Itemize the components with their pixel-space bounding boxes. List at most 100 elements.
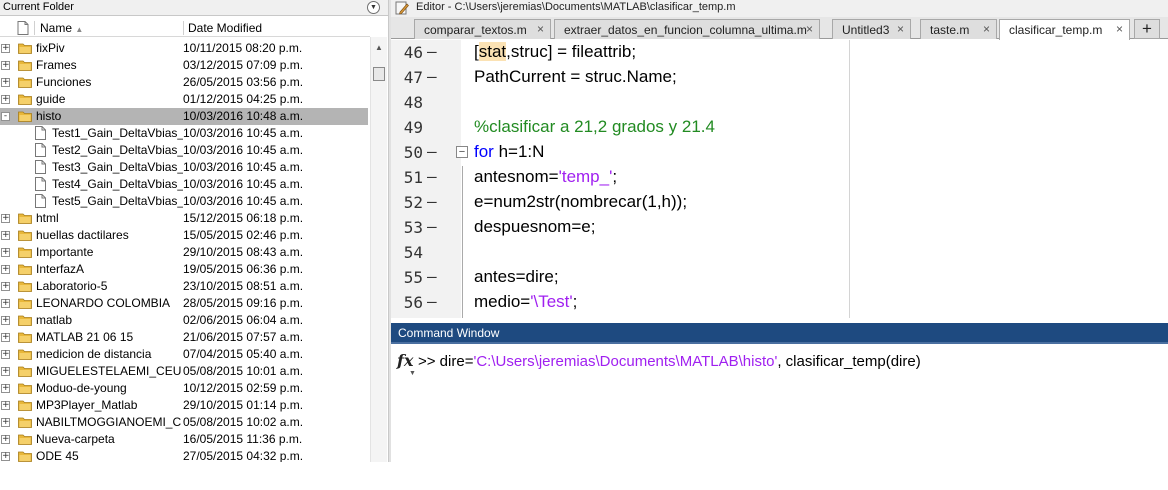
scrollbar-thumb[interactable]	[373, 67, 385, 81]
folder-row[interactable]: + ODE 45 27/05/2015 04:32 p.m.	[0, 448, 368, 462]
folder-row[interactable]: + Importante 29/10/2015 08:43 a.m.	[0, 244, 368, 261]
expand-icon[interactable]: +	[1, 61, 10, 70]
close-tab-icon[interactable]: ×	[806, 22, 813, 36]
line-number: 54	[403, 243, 423, 262]
file-row[interactable]: Test2_Gain_DeltaVbias_... 10/03/2016 10:4…	[0, 142, 368, 159]
folder-row[interactable]: + guide 01/12/2015 04:25 p.m.	[0, 91, 368, 108]
file-type-column-icon[interactable]	[17, 21, 29, 35]
file-row[interactable]: Test5_Gain_DeltaVbias_... 10/03/2016 10:4…	[0, 193, 368, 210]
code-text: e=num2str(nombrecar(1,h));	[474, 192, 687, 212]
close-tab-icon[interactable]: ×	[1116, 22, 1123, 36]
breakpoint-marker[interactable]: –	[427, 292, 437, 311]
file-icon	[35, 160, 46, 174]
collapse-block-icon[interactable]: −	[456, 146, 468, 158]
expand-icon[interactable]: +	[1, 452, 10, 461]
code-token: medio=	[474, 292, 531, 311]
folder-row[interactable]: + MIGUELESTELAEMI_CEUP... 05/08/2015 10:01…	[0, 363, 368, 380]
item-name: huellas dactilares	[36, 228, 129, 242]
folder-row[interactable]: + InterfazA 19/05/2015 06:36 p.m.	[0, 261, 368, 278]
expand-icon[interactable]: +	[1, 265, 10, 274]
code-line[interactable]: 54	[391, 240, 1168, 265]
folder-row[interactable]: - histo 10/03/2016 10:48 a.m.	[0, 108, 368, 125]
code-line[interactable]: 48	[391, 90, 1168, 115]
chevron-down-icon[interactable]: ▼	[409, 370, 416, 377]
expand-icon[interactable]: +	[1, 401, 10, 410]
scroll-up-arrow-icon[interactable]: ▲	[375, 43, 383, 52]
new-tab-button[interactable]: +	[1134, 19, 1160, 39]
code-token: antesnom=	[474, 167, 559, 186]
expand-icon[interactable]: +	[1, 95, 10, 104]
tab-comparar-textos[interactable]: comparar_textos.m ×	[414, 19, 551, 39]
folder-row[interactable]: + Funciones 26/05/2015 03:56 p.m.	[0, 74, 368, 91]
folder-row[interactable]: + html 15/12/2015 06:18 p.m.	[0, 210, 368, 227]
folder-scrollbar[interactable]: ▲	[370, 37, 387, 462]
tab-untitled3[interactable]: Untitled3 ×	[832, 19, 911, 39]
code-token: antes=dire;	[474, 267, 559, 286]
tab-extraer-datos[interactable]: extraer_datos_en_funcion_columna_ultima.…	[554, 19, 820, 39]
folder-icon	[18, 94, 32, 105]
code-line[interactable]: 46– [stat,struc] = fileattrib;	[391, 40, 1168, 65]
folder-row[interactable]: + LEONARDO COLOMBIA 28/05/2015 09:16 p.m.	[0, 295, 368, 312]
command-window-body[interactable]: fx ▼ >> dire='C:\Users\jeremias\Document…	[391, 342, 1168, 462]
expand-icon[interactable]: +	[1, 214, 10, 223]
code-keyword: for	[474, 142, 494, 161]
expand-icon[interactable]: +	[1, 384, 10, 393]
function-browser-icon[interactable]: fx	[397, 351, 413, 370]
folder-row[interactable]: + medicion de distancia 07/04/2015 05:40 a…	[0, 346, 368, 363]
folder-row[interactable]: + Nueva-carpeta 16/05/2015 11:36 p.m.	[0, 431, 368, 448]
expand-icon[interactable]: +	[1, 435, 10, 444]
expand-icon[interactable]: +	[1, 316, 10, 325]
command-line[interactable]: >> dire='C:\Users\jeremias\Documents\MAT…	[418, 353, 921, 370]
expand-icon[interactable]: +	[1, 333, 10, 342]
folder-row[interactable]: + fixPiv 10/11/2015 08:20 p.m.	[0, 40, 368, 57]
file-row[interactable]: Test4_Gain_DeltaVbias_... 10/03/2016 10:4…	[0, 176, 368, 193]
collapse-icon[interactable]: -	[1, 112, 10, 121]
expand-icon[interactable]: +	[1, 231, 10, 240]
expand-icon[interactable]: +	[1, 350, 10, 359]
expand-icon[interactable]: +	[1, 282, 10, 291]
code-line[interactable]: 50– − for h=1:N	[391, 140, 1168, 165]
breakpoint-marker[interactable]: –	[427, 142, 437, 161]
code-line[interactable]: 47– PathCurrent = struc.Name;	[391, 65, 1168, 90]
folder-row[interactable]: + MP3Player_Matlab 29/10/2015 01:14 p.m.	[0, 397, 368, 414]
breakpoint-marker[interactable]: –	[427, 42, 437, 61]
chevron-down-icon[interactable]: ▼	[367, 1, 380, 14]
folder-row[interactable]: + NABILTMOGGIANOEMI_C... 05/08/2015 10:02 …	[0, 414, 368, 431]
file-row[interactable]: Test1_Gain_DeltaVbias_... 10/03/2016 10:4…	[0, 125, 368, 142]
expand-icon[interactable]: +	[1, 248, 10, 257]
code-string: 'temp_'	[558, 167, 613, 186]
expand-icon[interactable]: +	[1, 367, 10, 376]
breakpoint-marker[interactable]: –	[427, 267, 437, 286]
folder-row[interactable]: + Moduo-de-young 10/12/2015 02:59 p.m.	[0, 380, 368, 397]
name-column-header[interactable]: Name ▲	[40, 21, 83, 35]
tab-taste[interactable]: taste.m ×	[920, 19, 997, 39]
code-line[interactable]: 55– antes=dire;	[391, 265, 1168, 290]
tab-clasificar-temp[interactable]: clasificar_temp.m ×	[999, 19, 1130, 40]
code-line[interactable]: 51– antesnom='temp_';	[391, 165, 1168, 190]
expand-icon[interactable]: +	[1, 78, 10, 87]
item-date-modified: 10/12/2015 02:59 p.m.	[183, 381, 304, 395]
file-row[interactable]: Test3_Gain_DeltaVbias_... 10/03/2016 10:4…	[0, 159, 368, 176]
code-editor[interactable]: 46– [stat,struc] = fileattrib; 47– PathCurr…	[391, 40, 1168, 318]
folder-row[interactable]: + MATLAB 21 06 15 21/06/2015 07:57 a.m.	[0, 329, 368, 346]
breakpoint-marker[interactable]: –	[427, 67, 437, 86]
code-line[interactable]: 52– e=num2str(nombrecar(1,h));	[391, 190, 1168, 215]
folder-row[interactable]: + Laboratorio-5 23/10/2015 08:51 a.m.	[0, 278, 368, 295]
close-tab-icon[interactable]: ×	[983, 22, 990, 36]
folder-row[interactable]: + matlab 02/06/2015 06:04 a.m.	[0, 312, 368, 329]
expand-icon[interactable]: +	[1, 299, 10, 308]
close-tab-icon[interactable]: ×	[537, 22, 544, 36]
folder-row[interactable]: + huellas dactilares 15/05/2015 02:46 p.m.	[0, 227, 368, 244]
breakpoint-marker[interactable]: –	[427, 192, 437, 211]
breakpoint-marker[interactable]: –	[427, 217, 437, 236]
code-line[interactable]: 56– medio='\Test';	[391, 290, 1168, 315]
close-tab-icon[interactable]: ×	[897, 22, 904, 36]
expand-icon[interactable]: +	[1, 44, 10, 53]
code-line[interactable]: 49 %clasificar a 21,2 grados y 21.4	[391, 115, 1168, 140]
editor-titlebar: Editor - C:\Users\jeremias\Documents\MAT…	[391, 0, 1168, 17]
breakpoint-marker[interactable]: –	[427, 167, 437, 186]
expand-icon[interactable]: +	[1, 418, 10, 427]
folder-row[interactable]: + Frames 03/12/2015 07:09 p.m.	[0, 57, 368, 74]
code-line[interactable]: 53– despuesnom=e;	[391, 215, 1168, 240]
date-modified-column-header[interactable]: Date Modified	[188, 21, 262, 35]
